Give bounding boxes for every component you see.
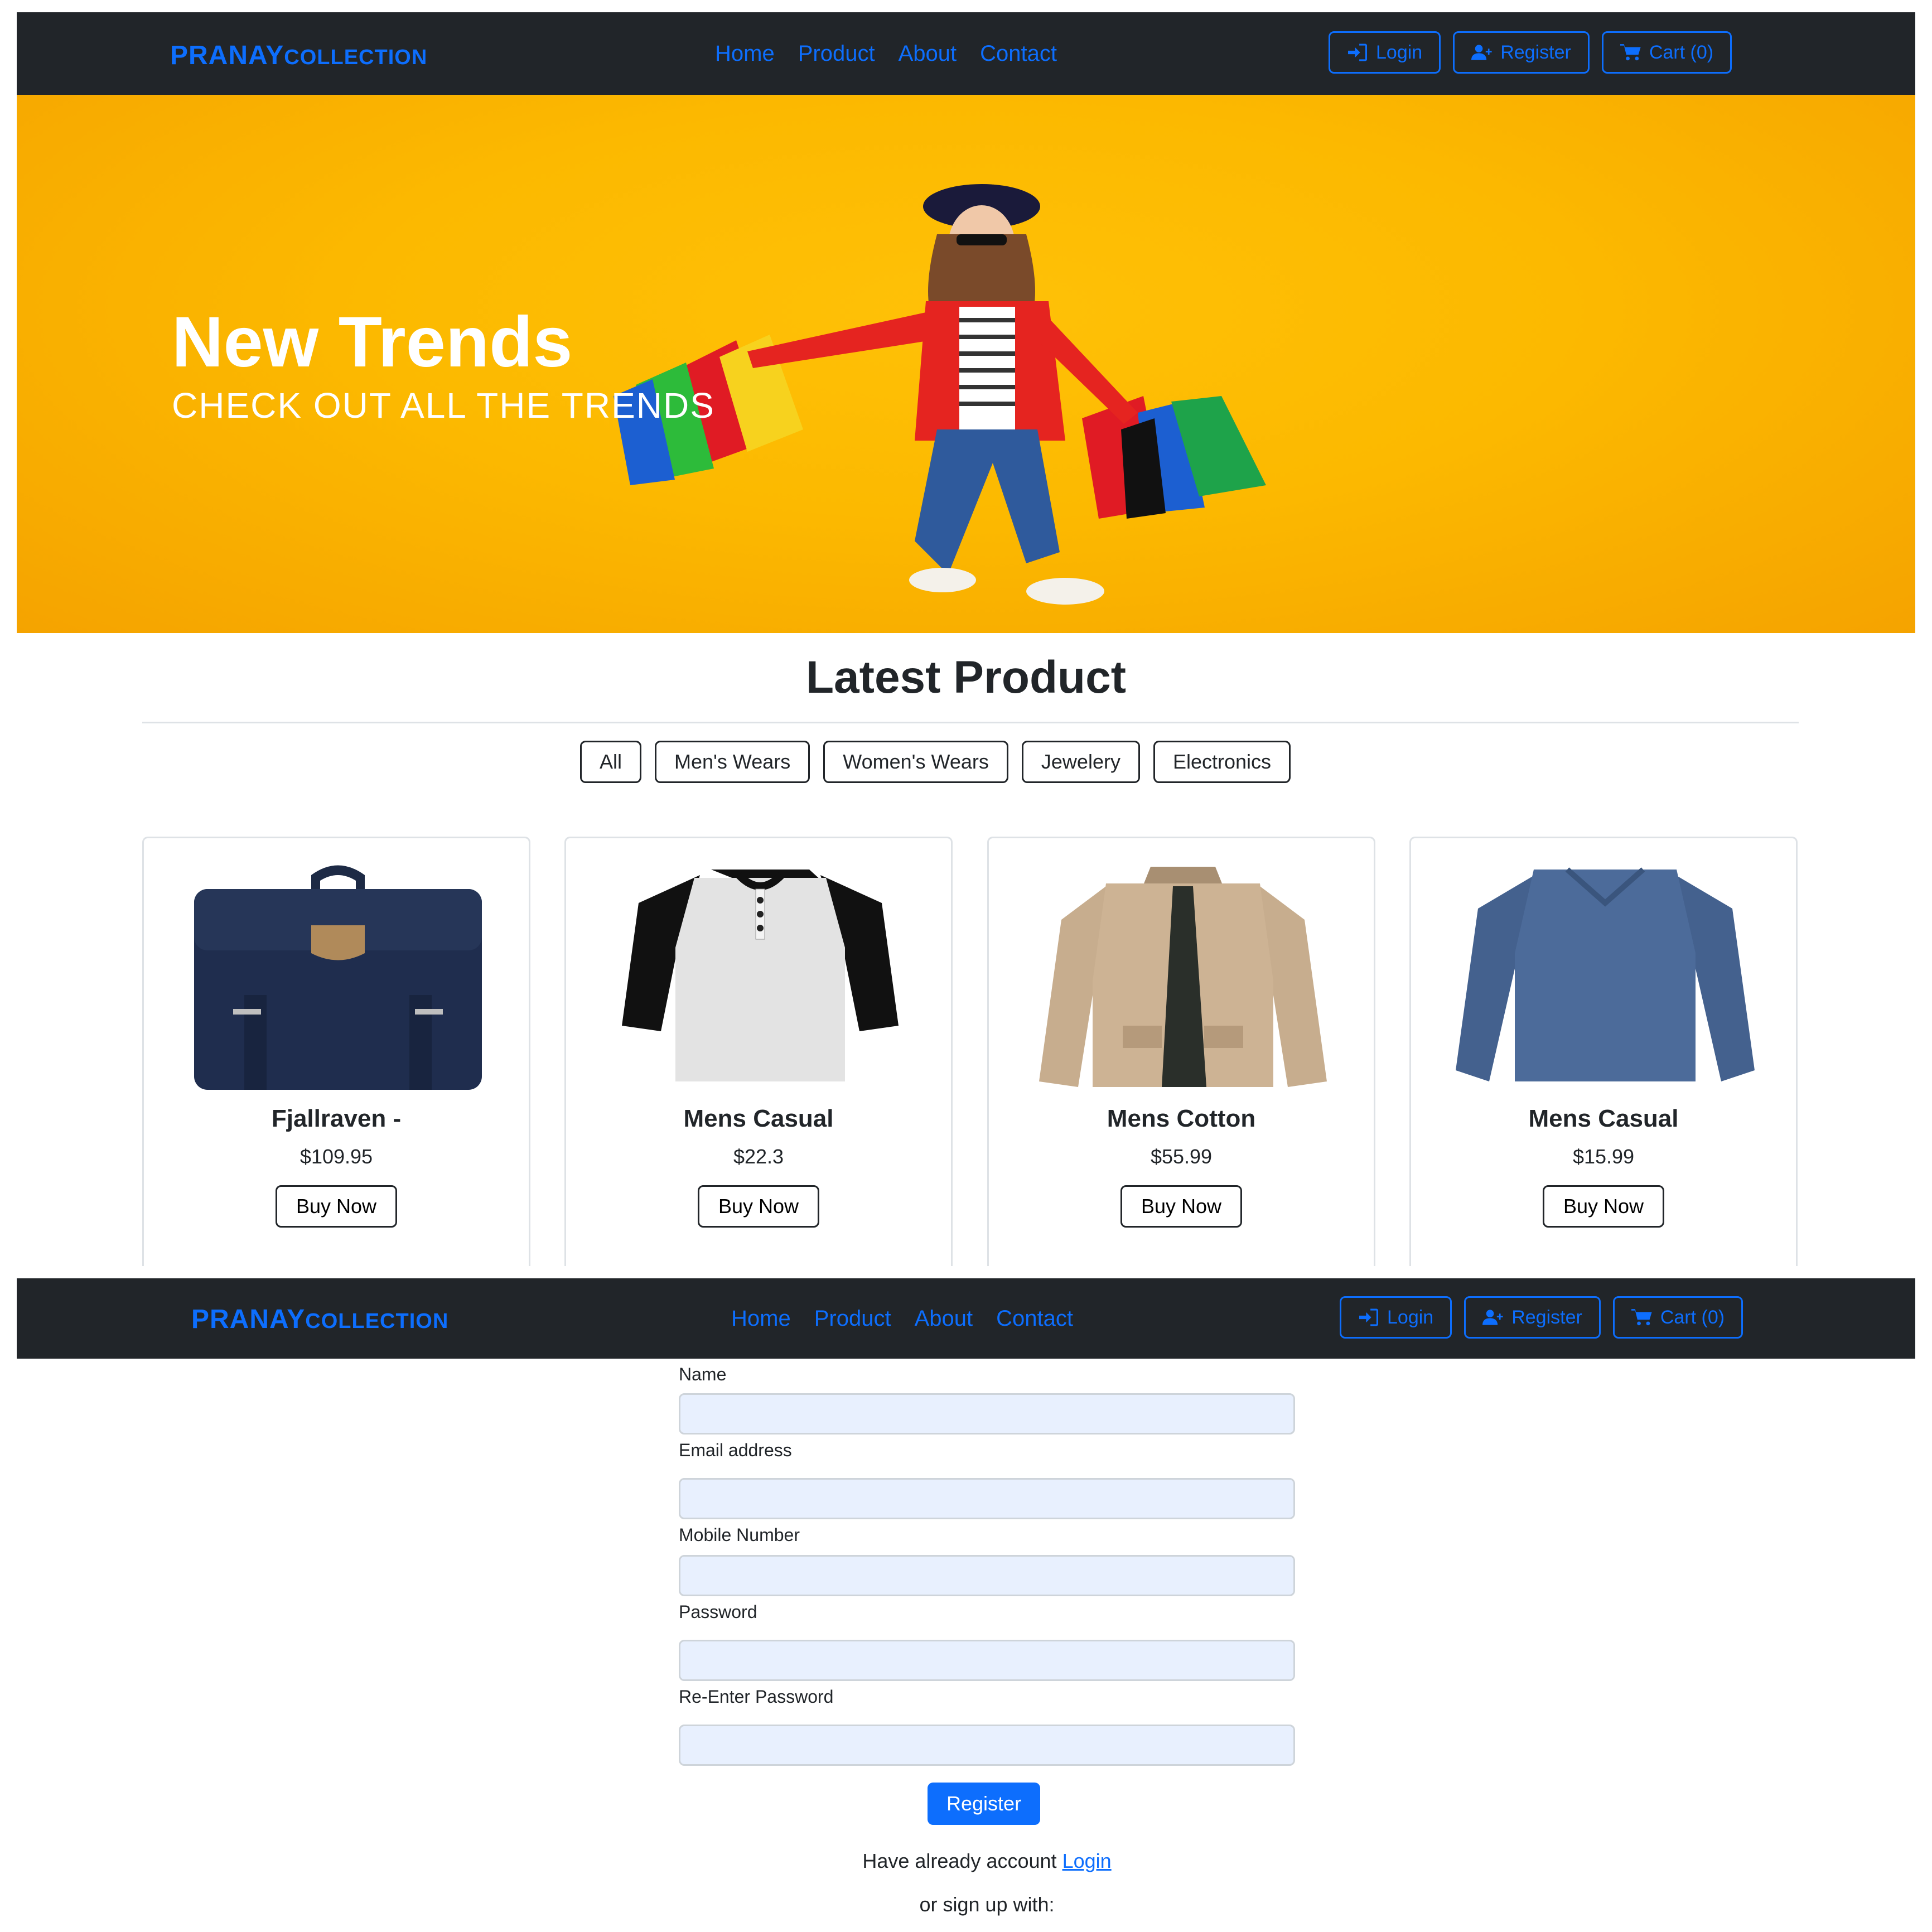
product-title: Mens Casual <box>1528 1105 1679 1132</box>
latest-product-heading: Latest Product <box>805 652 1127 703</box>
user-plus-icon <box>1471 45 1492 60</box>
buy-now-button[interactable]: Buy Now <box>697 1185 820 1228</box>
mobile-label: Mobile Number <box>679 1525 800 1545</box>
filter-womens-wears[interactable]: Women's Wears <box>823 741 1008 783</box>
register-nav-button[interactable]: Register <box>1453 31 1590 74</box>
buy-now-button[interactable]: Buy Now <box>1120 1185 1243 1228</box>
buy-now-button[interactable]: Buy Now <box>1542 1185 1665 1228</box>
product-card[interactable]: Fjallraven - $109.95 Buy Now <box>142 837 530 1266</box>
sign-in-icon <box>1359 1308 1378 1326</box>
nav-links: Home Product About Contact <box>715 41 1057 66</box>
password-input[interactable] <box>679 1640 1295 1681</box>
nav-contact[interactable]: Contact <box>980 41 1057 66</box>
product-title: Fjallraven - <box>271 1105 402 1132</box>
register-nav-label: Register <box>1511 1306 1582 1328</box>
product-card[interactable]: Mens Cotton $55.99 Buy Now <box>987 837 1375 1266</box>
name-input[interactable] <box>679 1393 1295 1434</box>
filter-mens-wears[interactable]: Men's Wears <box>655 741 810 783</box>
nav-home[interactable]: Home <box>731 1306 791 1331</box>
filter-jewelery[interactable]: Jewelery <box>1021 741 1140 783</box>
name-label: Name <box>679 1364 727 1384</box>
email-input[interactable] <box>679 1478 1295 1519</box>
hero-banner: New Trends CHECK OUT ALL THE TRENDS <box>17 95 1915 633</box>
product-card[interactable]: Mens Casual $22.3 Buy Now <box>564 837 953 1266</box>
nav-buttons: Login Register Cart (0) <box>1340 1296 1743 1339</box>
jacket-icon <box>1039 867 1327 1087</box>
nav-contact[interactable]: Contact <box>996 1306 1073 1331</box>
cart-button[interactable]: Cart (0) <box>1612 1296 1743 1339</box>
tshirt-icon <box>622 870 899 1081</box>
nav-buttons: Login Register Cart (0) <box>1329 31 1732 74</box>
nav-about[interactable]: About <box>915 1306 973 1331</box>
cart-label: Cart (0) <box>1660 1306 1725 1328</box>
mobile-input[interactable] <box>679 1555 1295 1596</box>
signup-with-text: or sign up with: <box>919 1893 1055 1916</box>
category-filters: All Men's Wears Women's Wears Jewelery E… <box>580 741 1291 783</box>
nav-home[interactable]: Home <box>715 41 775 66</box>
register-nav-button[interactable]: Register <box>1464 1296 1601 1339</box>
product-title: Mens Cotton <box>1107 1105 1256 1132</box>
login-label: Login <box>1376 41 1423 63</box>
product-price: $109.95 <box>300 1145 373 1168</box>
reenter-password-label: Re-Enter Password <box>679 1687 834 1707</box>
section-divider <box>142 722 1799 723</box>
user-plus-icon <box>1482 1310 1503 1325</box>
login-button[interactable]: Login <box>1340 1296 1452 1339</box>
email-label: Email address <box>679 1440 792 1460</box>
product-grid: Fjallraven - $109.95 Buy Now Mens Casual… <box>142 837 1799 1266</box>
login-link[interactable]: Login <box>1062 1849 1112 1872</box>
shopping-woman-image <box>614 184 1266 605</box>
hero-title: New Trends <box>172 302 573 382</box>
nav-about[interactable]: About <box>899 41 957 66</box>
nav-product[interactable]: Product <box>814 1306 891 1331</box>
brand-logo[interactable]: PRANAYCOLLECTION <box>170 40 427 71</box>
product-price: $22.3 <box>733 1145 784 1168</box>
register-submit-button[interactable]: Register <box>928 1783 1041 1825</box>
sign-in-icon <box>1348 44 1367 61</box>
already-account-label: Have already account <box>862 1849 1057 1872</box>
brand-sub: COLLECTION <box>284 46 428 69</box>
cart-label: Cart (0) <box>1649 41 1714 63</box>
already-account-text: Have already account Login <box>679 1849 1295 1873</box>
cart-icon <box>1631 1309 1652 1326</box>
register-page-navbar: PRANAYCOLLECTION Home Product About Cont… <box>17 1278 1915 1359</box>
product-card[interactable]: Mens Casual $15.99 Buy Now <box>1409 837 1798 1266</box>
nav-product[interactable]: Product <box>798 41 875 66</box>
backpack-icon <box>194 865 482 1090</box>
filter-electronics[interactable]: Electronics <box>1153 741 1291 783</box>
nav-links: Home Product About Contact <box>731 1306 1073 1331</box>
hero-subtitle: CHECK OUT ALL THE TRENDS <box>172 385 715 426</box>
register-nav-label: Register <box>1500 41 1571 63</box>
brand-main: PRANAY <box>191 1305 306 1334</box>
top-navbar: PRANAYCOLLECTION Home Product About Cont… <box>17 12 1915 95</box>
page: PRANAYCOLLECTION Home Product About Cont… <box>0 0 1932 1932</box>
product-price: $55.99 <box>1150 1145 1213 1168</box>
cart-icon <box>1620 44 1641 61</box>
filter-all[interactable]: All <box>580 741 642 783</box>
login-button[interactable]: Login <box>1329 31 1441 74</box>
login-label: Login <box>1387 1306 1434 1328</box>
sweater-icon <box>1456 867 1755 1081</box>
cart-button[interactable]: Cart (0) <box>1601 31 1732 74</box>
reenter-password-input[interactable] <box>679 1725 1295 1766</box>
brand-sub: COLLECTION <box>305 1310 449 1333</box>
product-price: $15.99 <box>1572 1145 1635 1168</box>
brand-logo[interactable]: PRANAYCOLLECTION <box>191 1304 448 1335</box>
buy-now-button[interactable]: Buy Now <box>275 1185 398 1228</box>
password-label: Password <box>679 1602 757 1622</box>
brand-main: PRANAY <box>170 41 284 70</box>
product-title: Mens Casual <box>683 1105 834 1132</box>
